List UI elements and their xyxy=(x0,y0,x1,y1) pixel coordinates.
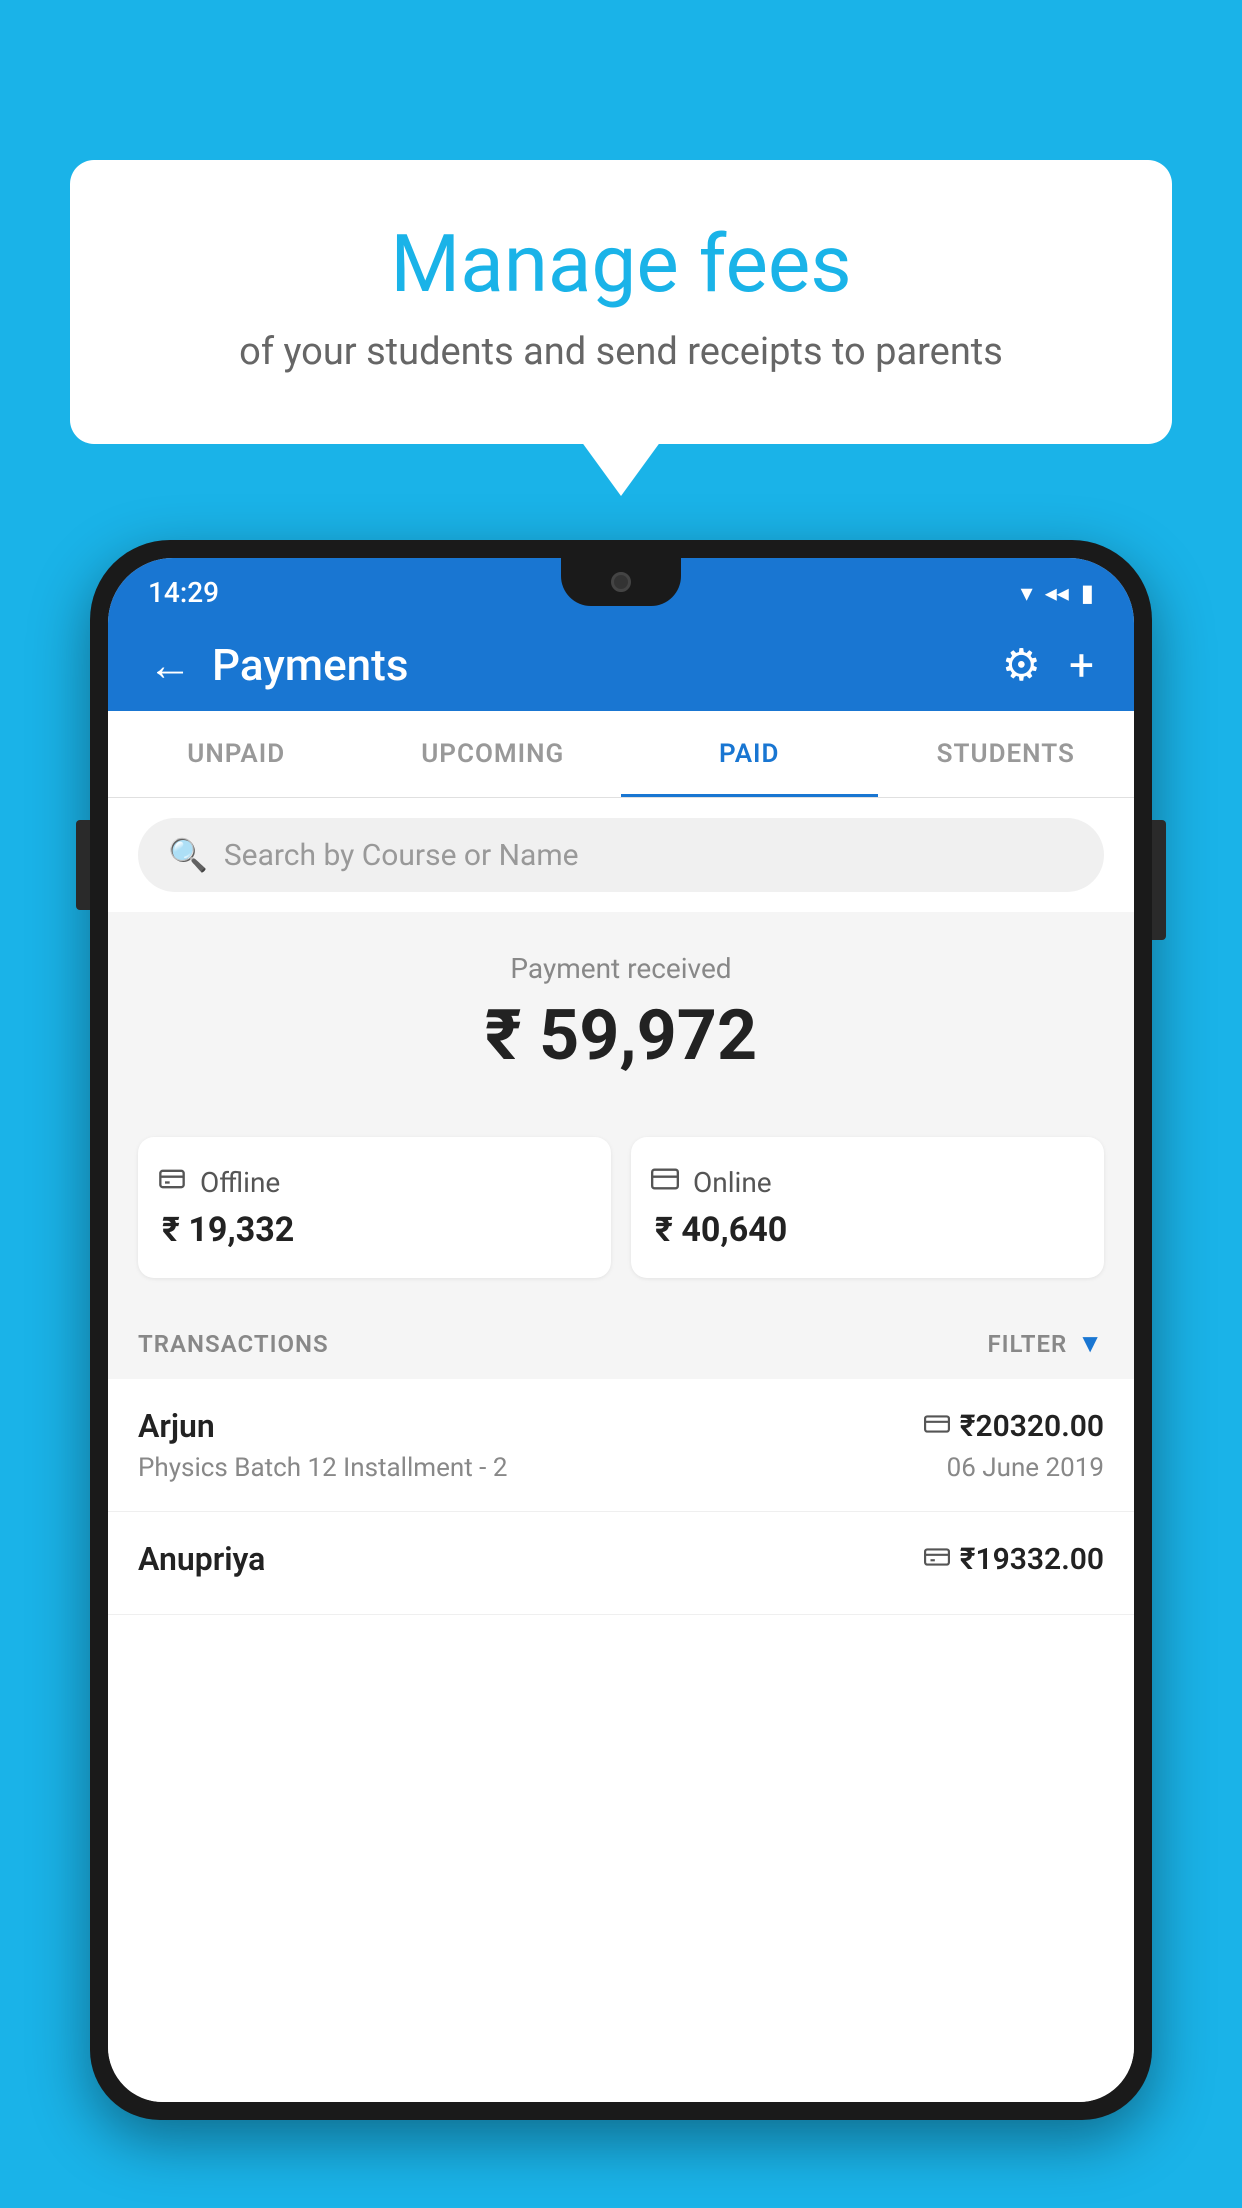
transaction-list: Arjun ₹20320.00 Physics xyxy=(108,1379,1134,2102)
transaction-top-arjun: Arjun ₹20320.00 xyxy=(138,1407,1104,1445)
tabs-bar: UNPAID UPCOMING PAID STUDENTS xyxy=(108,711,1134,798)
search-container: 🔍 Search by Course or Name xyxy=(108,798,1134,912)
offline-card: Offline ₹ 19,332 xyxy=(138,1137,611,1278)
notch-camera xyxy=(611,572,631,592)
status-icons: ▾ ◂◂ ▮ xyxy=(1021,579,1094,607)
battery-icon: ▮ xyxy=(1081,579,1094,607)
online-amount: ₹ 40,640 xyxy=(651,1210,787,1250)
speech-bubble-container: Manage fees of your students and send re… xyxy=(70,160,1172,444)
offline-icon xyxy=(158,1165,186,1200)
offline-card-header: Offline xyxy=(158,1165,280,1200)
transaction-date-arjun: 06 June 2019 xyxy=(947,1453,1104,1483)
table-row[interactable]: Arjun ₹20320.00 Physics xyxy=(108,1379,1134,1512)
transaction-name-anupriya: Anupriya xyxy=(138,1540,265,1578)
amount-wrapper-anupriya: ₹19332.00 xyxy=(924,1542,1104,1577)
plus-icon[interactable]: + xyxy=(1069,639,1094,691)
online-card: Online ₹ 40,640 xyxy=(631,1137,1104,1278)
tab-students[interactable]: STUDENTS xyxy=(878,711,1135,797)
header-left: ← Payments xyxy=(148,639,408,691)
search-icon: 🔍 xyxy=(168,836,208,874)
transaction-course-arjun: Physics Batch 12 Installment - 2 xyxy=(138,1453,507,1483)
search-placeholder: Search by Course or Name xyxy=(224,838,579,873)
wifi-icon: ▾ xyxy=(1021,579,1033,607)
gear-icon[interactable]: ⚙ xyxy=(1002,639,1041,691)
offline-type: Offline xyxy=(200,1166,280,1199)
filter-icon: ▼ xyxy=(1077,1328,1104,1359)
bubble-subtitle: of your students and send receipts to pa… xyxy=(120,330,1122,374)
transaction-top-anupriya: Anupriya ₹19332.00 xyxy=(138,1540,1104,1578)
payment-amount: ₹ 59,972 xyxy=(138,995,1104,1077)
amount-wrapper-arjun: ₹20320.00 xyxy=(924,1409,1104,1444)
table-row[interactable]: Anupriya ₹19332.00 xyxy=(108,1512,1134,1615)
notch xyxy=(561,558,681,606)
cash-payment-icon xyxy=(924,1545,950,1573)
transaction-amount-arjun: ₹20320.00 xyxy=(960,1409,1104,1444)
filter-button[interactable]: FILTER ▼ xyxy=(987,1328,1104,1359)
signal-icon: ◂◂ xyxy=(1045,579,1069,607)
offline-amount: ₹ 19,332 xyxy=(158,1210,294,1250)
payment-section: Payment received ₹ 59,972 xyxy=(108,912,1134,1137)
phone-screen: 14:29 ▾ ◂◂ ▮ ← Payments ⚙ + xyxy=(108,558,1134,2102)
tab-paid[interactable]: PAID xyxy=(621,711,878,797)
header-right: ⚙ + xyxy=(1002,639,1094,691)
payment-label: Payment received xyxy=(138,952,1104,985)
app-header: ← Payments ⚙ + xyxy=(108,619,1134,711)
back-button[interactable]: ← xyxy=(148,643,192,687)
card-payment-icon xyxy=(924,1412,950,1440)
payment-cards: Offline ₹ 19,332 Online ₹ 4 xyxy=(108,1137,1134,1308)
transactions-header: TRANSACTIONS FILTER ▼ xyxy=(108,1308,1134,1379)
speech-bubble: Manage fees of your students and send re… xyxy=(70,160,1172,444)
search-box[interactable]: 🔍 Search by Course or Name xyxy=(138,818,1104,892)
phone-wrapper: 14:29 ▾ ◂◂ ▮ ← Payments ⚙ + xyxy=(90,540,1152,2208)
online-card-header: Online xyxy=(651,1165,772,1200)
bubble-title: Manage fees xyxy=(120,220,1122,308)
transaction-amount-anupriya: ₹19332.00 xyxy=(960,1542,1104,1577)
transaction-bottom-arjun: Physics Batch 12 Installment - 2 06 June… xyxy=(138,1453,1104,1483)
filter-label: FILTER xyxy=(987,1330,1067,1358)
transactions-label: TRANSACTIONS xyxy=(138,1330,329,1358)
online-icon xyxy=(651,1165,679,1200)
transaction-name-arjun: Arjun xyxy=(138,1407,215,1445)
online-type: Online xyxy=(693,1166,772,1199)
phone-outer: 14:29 ▾ ◂◂ ▮ ← Payments ⚙ + xyxy=(90,540,1152,2120)
tab-unpaid[interactable]: UNPAID xyxy=(108,711,365,797)
tab-upcoming[interactable]: UPCOMING xyxy=(365,711,622,797)
status-time: 14:29 xyxy=(148,576,219,609)
header-title: Payments xyxy=(212,639,408,691)
